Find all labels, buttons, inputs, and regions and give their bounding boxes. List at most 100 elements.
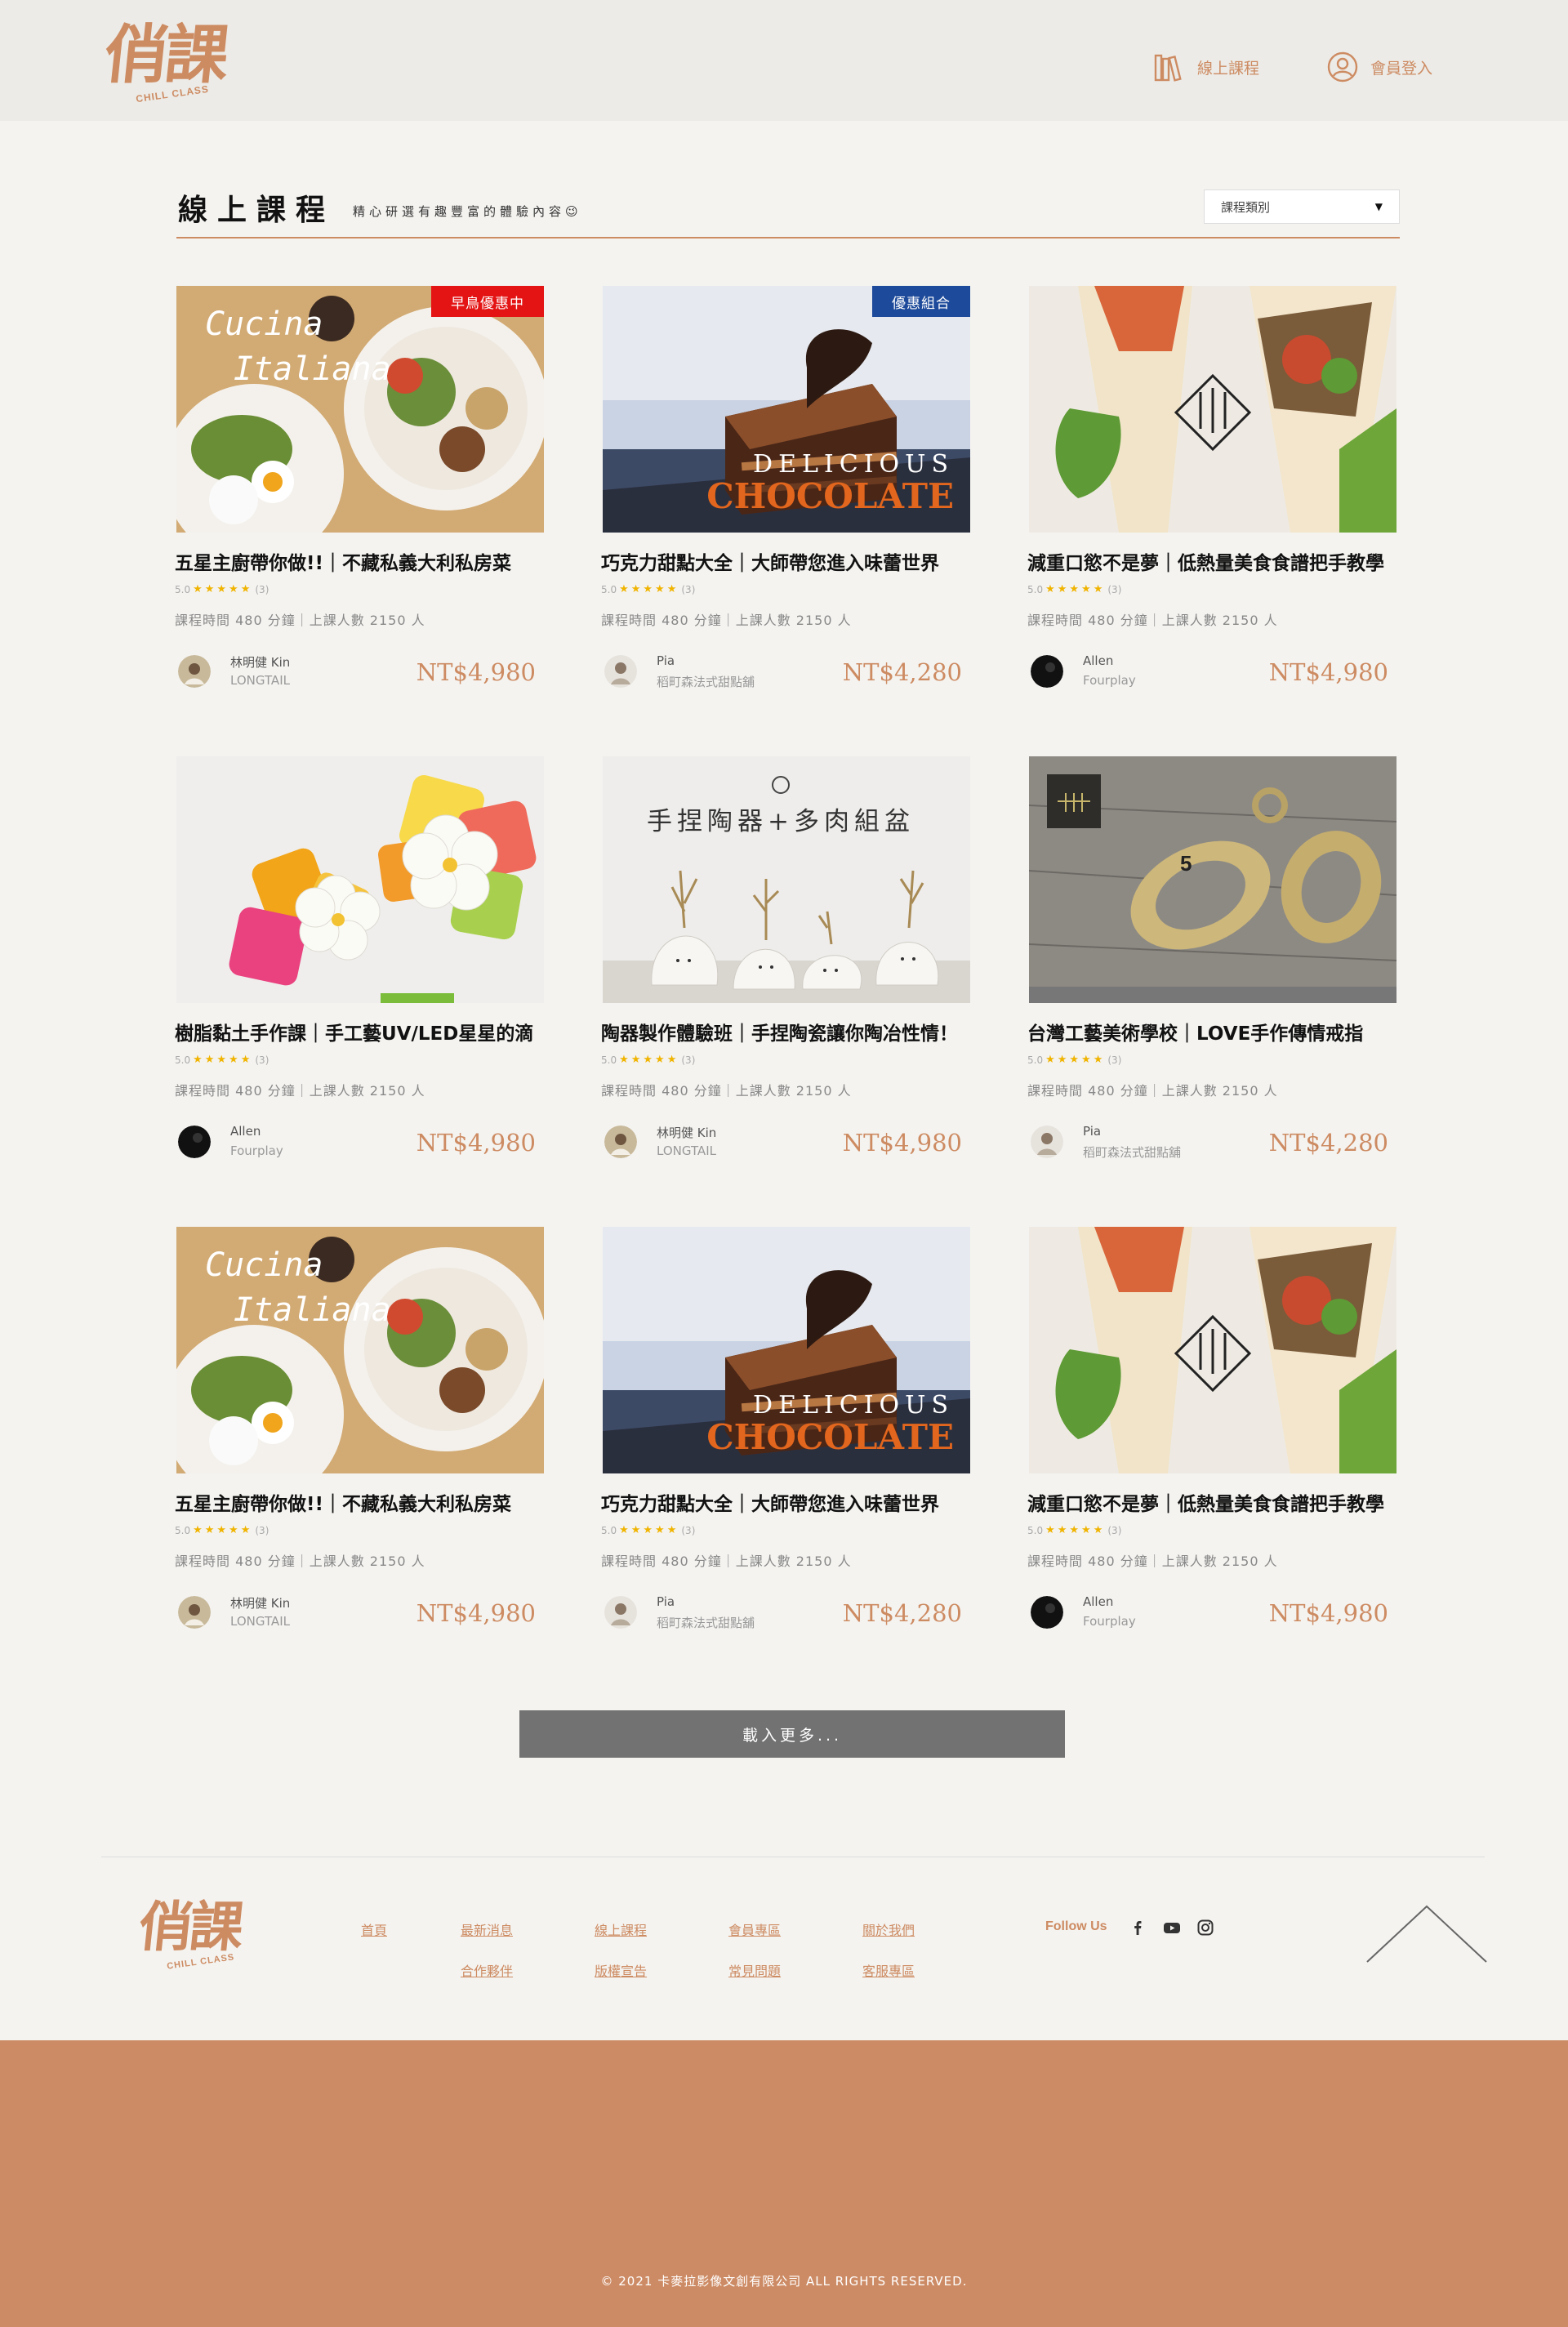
teacher-name: Allen	[230, 1124, 261, 1139]
footer-link-home[interactable]: 首頁	[361, 1919, 387, 1939]
teacher-organization: LONGTAIL	[230, 673, 290, 688]
teacher-organization: LONGTAIL	[657, 1143, 716, 1158]
review-count: (3)	[681, 1524, 696, 1536]
footer-link-support[interactable]: 客服專區	[862, 1960, 915, 1980]
svg-text:DELICIOUS: DELICIOUS	[753, 450, 954, 479]
logo-text: 俏課	[100, 19, 229, 92]
svg-text:Cucina: Cucina	[205, 305, 323, 343]
course-rating: 5.0 ★★★★★ (3)	[1027, 583, 1121, 595]
category-dropdown[interactable]: 課程類別 ▼	[1204, 189, 1400, 224]
course-card[interactable]: DELICIOUS CHOCOLATE 優惠組合 巧克力甜點大全｜大師帶您進入味蕾世界…	[601, 286, 978, 711]
avatar-image	[1031, 1596, 1063, 1629]
avatar	[604, 1596, 637, 1629]
course-image[interactable]: Cucina Italiana	[176, 1227, 544, 1473]
rating-value: 5.0	[1027, 583, 1044, 595]
course-image-art: Cucina Italiana	[176, 1227, 544, 1473]
rating-value: 5.0	[601, 1524, 617, 1536]
footer-link-copyright[interactable]: 版權宣告	[595, 1960, 647, 1980]
course-meta: 課程時間 480 分鐘｜上課人數 2150 人	[175, 613, 425, 628]
review-count: (3)	[1107, 1054, 1122, 1066]
course-rating: 5.0 ★★★★★ (3)	[1027, 1524, 1121, 1536]
course-title[interactable]: 五星主廚帶你做!!｜不藏私義大利私房菜	[175, 1488, 559, 1516]
footer-link-member[interactable]: 會員專區	[728, 1919, 781, 1939]
course-title[interactable]: 樹脂黏土手作課｜手工藝UV/LED星星的滴	[175, 1018, 559, 1045]
course-card[interactable]: 5 台灣工藝美術學校｜LOVE手作傳情戒指 5.0 ★★★★★ (3) 課程時間 480 …	[1027, 756, 1405, 1181]
instagram-icon[interactable]	[1196, 1919, 1214, 1937]
course-image[interactable]: DELICIOUS CHOCOLATE 優惠組合	[603, 286, 970, 533]
course-image[interactable]	[1029, 286, 1396, 533]
rating-value: 5.0	[175, 1054, 191, 1066]
star-rating-icon: ★★★★★	[619, 583, 679, 595]
course-title[interactable]: 巧克力甜點大全｜大師帶您進入味蕾世界	[601, 1488, 985, 1516]
footer-link-news[interactable]: 最新消息	[461, 1919, 513, 1939]
teacher-info: 林明健 Kin LONGTAIL NT$4,980	[176, 645, 544, 694]
course-title[interactable]: 五星主廚帶你做!!｜不藏私義大利私房菜	[175, 547, 559, 575]
teacher-name: Pia	[657, 1594, 675, 1609]
course-card[interactable]: 樹脂黏土手作課｜手工藝UV/LED星星的滴 5.0 ★★★★★ (3) 課程時間 480…	[175, 756, 552, 1181]
course-title[interactable]: 減重口慾不是夢｜低熱量美食食譜把手教學	[1027, 1488, 1411, 1516]
footer-link-about[interactable]: 關於我們	[862, 1919, 915, 1939]
avatar-image	[604, 1126, 637, 1158]
course-rating: 5.0 ★★★★★ (3)	[1027, 1054, 1121, 1066]
section-header: 線上課程 精心研選有趣豐富的體驗內容😉 課程類別 ▼	[176, 185, 1400, 238]
course-card[interactable]: DELICIOUS CHOCOLATE 巧克力甜點大全｜大師帶您進入味蕾世界 5.0 ★…	[601, 1227, 978, 1652]
nav-member-login[interactable]: 會員登入	[1326, 51, 1432, 83]
footer-logo[interactable]: 俏課 CHILL CLASS	[136, 1895, 261, 1985]
course-image-art: Cucina Italiana	[176, 286, 544, 533]
course-card[interactable]: 手捏陶器+多肉組盆 陶器製作體驗班｜手捏陶瓷讓你陶冶性情！ 5.0 ★★★★★ (3) 課…	[601, 756, 978, 1181]
rating-value: 5.0	[1027, 1524, 1044, 1536]
course-title[interactable]: 陶器製作體驗班｜手捏陶瓷讓你陶冶性情！	[601, 1018, 985, 1045]
load-more-button[interactable]: 載入更多...	[519, 1710, 1065, 1758]
star-rating-icon: ★★★★★	[619, 1524, 679, 1536]
course-price: NT$4,980	[416, 1599, 536, 1627]
course-meta: 課程時間 480 分鐘｜上課人數 2150 人	[601, 1554, 852, 1569]
nav-online-courses[interactable]: 線上課程	[1153, 51, 1259, 83]
facebook-icon[interactable]	[1129, 1919, 1147, 1937]
course-image[interactable]: 5	[1029, 756, 1396, 1003]
course-image[interactable]	[1029, 1227, 1396, 1473]
course-card[interactable]: Cucina Italiana 早鳥優惠中 五星主廚帶你做!!｜不藏私義大利私房菜 5.…	[175, 286, 552, 711]
course-price: NT$4,980	[1268, 1599, 1388, 1627]
course-card[interactable]: Cucina Italiana 五星主廚帶你做!!｜不藏私義大利私房菜 5.0 ★★★★…	[175, 1227, 552, 1652]
course-rating: 5.0 ★★★★★ (3)	[175, 1524, 269, 1536]
course-card[interactable]: 減重口慾不是夢｜低熱量美食食譜把手教學 5.0 ★★★★★ (3) 課程時間 480 分…	[1027, 286, 1405, 711]
course-image-art	[1029, 1227, 1396, 1473]
course-price: NT$4,280	[842, 658, 962, 686]
footer-logo-text: 俏課	[136, 1896, 244, 1959]
course-card[interactable]: 減重口慾不是夢｜低熱量美食食譜把手教學 5.0 ★★★★★ (3) 課程時間 480 分…	[1027, 1227, 1405, 1652]
course-image[interactable]: Cucina Italiana 早鳥優惠中	[176, 286, 544, 533]
footer-link-courses[interactable]: 線上課程	[595, 1919, 647, 1939]
course-image[interactable]: 手捏陶器+多肉組盆	[603, 756, 970, 1003]
avatar	[178, 1126, 211, 1158]
review-count: (3)	[255, 583, 270, 595]
teacher-name: Pia	[1083, 1124, 1102, 1139]
books-icon	[1154, 54, 1182, 82]
svg-text:CHOCOLATE: CHOCOLATE	[706, 1417, 954, 1457]
footer-link-faq[interactable]: 常見問題	[728, 1960, 781, 1980]
course-title[interactable]: 減重口慾不是夢｜低熱量美食食譜把手教學	[1027, 547, 1411, 575]
teacher-info: 林明健 Kin LONGTAIL NT$4,980	[176, 1586, 544, 1635]
course-rating: 5.0 ★★★★★ (3)	[601, 1524, 695, 1536]
review-count: (3)	[1107, 1524, 1122, 1536]
rating-value: 5.0	[601, 1054, 617, 1066]
category-dropdown-value: 課程類別	[1221, 199, 1271, 215]
teacher-organization: LONGTAIL	[230, 1614, 290, 1629]
star-rating-icon: ★★★★★	[193, 1524, 253, 1536]
course-meta: 課程時間 480 分鐘｜上課人數 2150 人	[601, 1083, 852, 1099]
avatar	[1031, 1596, 1063, 1629]
site-logo[interactable]: 俏課 CHILL CLASS	[100, 16, 243, 110]
course-price: NT$4,980	[416, 658, 536, 686]
course-image[interactable]: DELICIOUS CHOCOLATE	[603, 1227, 970, 1473]
course-badge: 優惠組合	[872, 286, 970, 317]
page-title: 線上課程	[178, 194, 336, 227]
youtube-icon[interactable]	[1163, 1919, 1181, 1937]
course-image[interactable]	[176, 756, 544, 1003]
star-rating-icon: ★★★★★	[193, 1054, 253, 1066]
course-title[interactable]: 巧克力甜點大全｜大師帶您進入味蕾世界	[601, 547, 985, 575]
course-image-art: DELICIOUSCHOCOLATE	[603, 286, 970, 533]
course-rating: 5.0 ★★★★★ (3)	[601, 1054, 695, 1066]
teacher-info: 林明健 Kin LONGTAIL NT$4,980	[603, 1116, 970, 1165]
footer-link-partners[interactable]: 合作夥伴	[461, 1960, 513, 1980]
back-to-top-icon[interactable]	[1365, 1903, 1488, 1967]
course-title[interactable]: 台灣工藝美術學校｜LOVE手作傳情戒指	[1027, 1018, 1411, 1045]
